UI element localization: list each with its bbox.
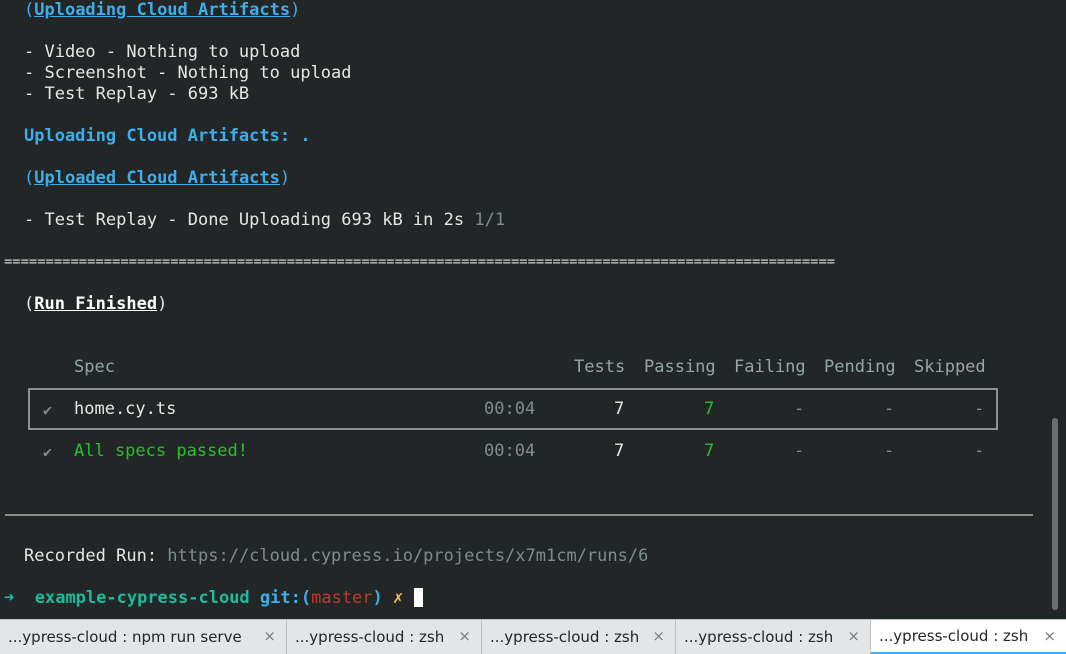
close-icon[interactable]: ×: [652, 627, 665, 645]
header-tests: Tests: [574, 357, 626, 377]
uploading-artifacts-header: (Uploading Cloud Artifacts): [24, 0, 301, 20]
summary-label: All specs passed!: [74, 441, 248, 461]
text-cursor: [413, 588, 423, 607]
close-icon[interactable]: ×: [1043, 627, 1056, 645]
terminal-output[interactable]: (Uploading Cloud Artifacts) - Video - No…: [0, 0, 1050, 618]
done-upload-line: - Test Replay - Done Uploading 693 kB in…: [24, 210, 506, 230]
prompt-directory: example-cypress-cloud: [34, 588, 250, 608]
spec-name: home.cy.ts: [74, 399, 177, 419]
uploaded-artifacts-header: (Uploaded Cloud Artifacts): [24, 168, 291, 188]
close-icon[interactable]: ×: [263, 627, 276, 645]
close-icon[interactable]: ×: [458, 627, 471, 645]
header-passing: Passing: [644, 357, 716, 377]
tab-bar: ...ypress-cloud : npm run serve × ...ypr…: [0, 619, 1066, 654]
tab-label: ...ypress-cloud : zsh: [295, 628, 445, 646]
dirty-marker-icon: ✗: [393, 588, 404, 608]
header-spec: Spec: [74, 357, 115, 377]
check-icon: ✔: [43, 401, 53, 419]
summary-failing: -: [794, 441, 805, 461]
tab-label: ...ypress-cloud : npm run serve: [8, 628, 242, 646]
summary-duration: 00:04: [484, 441, 536, 461]
artifact-line-test-replay: - Test Replay - 693 kB: [24, 84, 250, 104]
recorded-run-line: Recorded Run: https://cloud.cypress.io/p…: [24, 546, 648, 567]
separator-line: ========================================…: [4, 254, 836, 270]
recorded-run-url[interactable]: https://cloud.cypress.io/projects/x7m1cm…: [167, 546, 648, 566]
spec-skipped: -: [974, 399, 985, 419]
tab-label: ...ypress-cloud : zsh: [684, 628, 834, 646]
tab-zsh-2[interactable]: ...ypress-cloud : zsh ×: [482, 620, 676, 654]
prompt-arrow-icon: ➜: [4, 588, 15, 608]
check-icon: ✔: [43, 443, 53, 461]
spec-duration: 00:04: [484, 399, 536, 419]
header-failing: Failing: [734, 357, 806, 377]
close-icon[interactable]: ×: [847, 627, 860, 645]
artifact-line-screenshot: - Screenshot - Nothing to upload: [24, 63, 352, 83]
summary-pending: -: [884, 441, 895, 461]
tab-zsh-3[interactable]: ...ypress-cloud : zsh ×: [676, 620, 871, 654]
artifact-line-video: - Video - Nothing to upload: [24, 42, 301, 62]
spec-tests: 7: [614, 399, 625, 419]
spec-passing: 7: [704, 399, 715, 419]
spec-failing: -: [794, 399, 805, 419]
shell-prompt[interactable]: ➜ example-cypress-cloud git:(master) ✗: [4, 588, 423, 609]
spec-pending: -: [884, 399, 895, 419]
header-skipped: Skipped: [914, 357, 986, 377]
header-pending: Pending: [824, 357, 896, 377]
tab-zsh-active[interactable]: ...ypress-cloud : zsh ×: [871, 620, 1066, 654]
summary-skipped: -: [974, 441, 985, 461]
tab-label: ...ypress-cloud : zsh: [879, 627, 1029, 645]
recorded-run-label: Recorded Run:: [24, 546, 168, 566]
tab-npm-run-serve[interactable]: ...ypress-cloud : npm run serve ×: [0, 620, 287, 654]
summary-tests: 7: [614, 441, 625, 461]
horizontal-rule: [5, 514, 1033, 516]
prompt-branch: master: [311, 588, 373, 608]
uploading-progress: Uploading Cloud Artifacts: .: [24, 126, 311, 146]
tab-label: ...ypress-cloud : zsh: [490, 628, 640, 646]
summary-passing: 7: [704, 441, 715, 461]
tab-zsh-1[interactable]: ...ypress-cloud : zsh ×: [287, 620, 482, 654]
done-count: 1/1: [474, 210, 506, 230]
run-finished-header: (Run Finished): [24, 294, 168, 314]
scrollbar[interactable]: [1052, 418, 1058, 610]
